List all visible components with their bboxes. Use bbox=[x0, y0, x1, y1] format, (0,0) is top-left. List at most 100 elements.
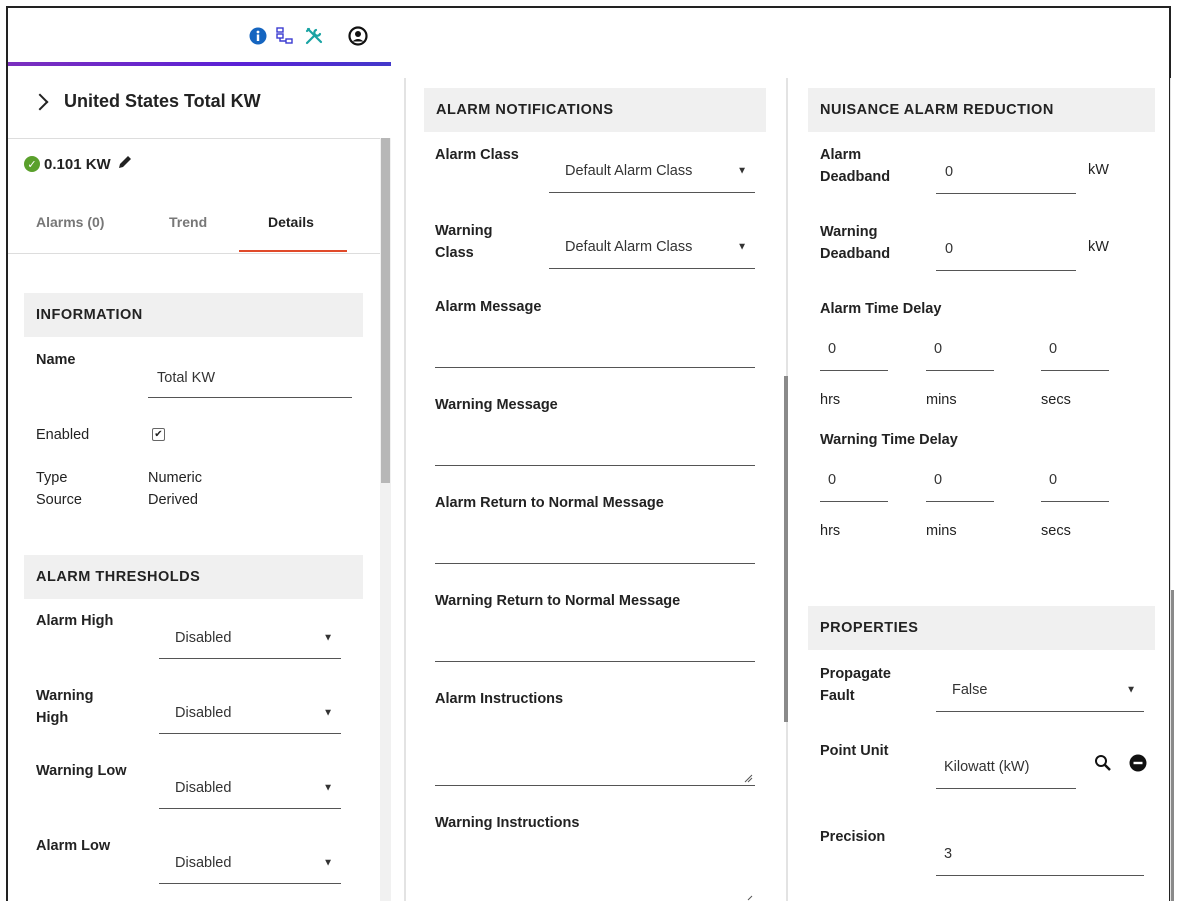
divider bbox=[8, 253, 391, 254]
search-icon[interactable] bbox=[1094, 754, 1112, 777]
chevron-right-icon[interactable] bbox=[31, 93, 49, 110]
mins-label: mins bbox=[926, 392, 957, 408]
type-label: Type bbox=[36, 470, 68, 486]
alarm-class-value: Default Alarm Class bbox=[565, 163, 693, 179]
warning-low-label: Warning Low bbox=[36, 763, 127, 779]
alarm-message-input[interactable] bbox=[435, 330, 755, 368]
section-alarm-thresholds-heading: ALARM THRESHOLDS bbox=[24, 555, 363, 599]
scrollbar-thumb[interactable] bbox=[784, 376, 788, 722]
detail-tabs: Alarms (0) Trend Details bbox=[36, 214, 356, 254]
warning-deadband-label: Warning bbox=[820, 224, 878, 240]
secs-label: secs bbox=[1041, 523, 1071, 539]
alarm-message-label: Alarm Message bbox=[435, 299, 542, 315]
propagate-fault-label: Propagate bbox=[820, 666, 891, 682]
section-nuisance-heading: NUISANCE ALARM REDUCTION bbox=[808, 88, 1155, 132]
section-information-heading: INFORMATION bbox=[24, 293, 363, 337]
precision-label: Precision bbox=[820, 829, 886, 845]
dropdown-caret-icon: ▼ bbox=[323, 632, 333, 643]
warning-class-label-2: Class bbox=[435, 245, 474, 261]
warning-class-label: Warning bbox=[435, 223, 493, 239]
warning-delay-secs-input[interactable]: 0 bbox=[1041, 459, 1109, 502]
section-properties-heading: PROPERTIES bbox=[808, 606, 1155, 650]
warning-low-value: Disabled bbox=[175, 779, 232, 796]
warning-deadband-unit: kW bbox=[1088, 239, 1109, 255]
point-value-row: ✓ 0.101 KW bbox=[24, 154, 133, 174]
dropdown-caret-icon: ▼ bbox=[737, 241, 747, 253]
alarm-rtn-message-input[interactable] bbox=[435, 526, 755, 564]
resize-handle-icon[interactable] bbox=[744, 892, 753, 901]
dropdown-caret-icon: ▼ bbox=[323, 707, 333, 718]
enabled-checkbox[interactable]: ✔ bbox=[152, 428, 165, 441]
warning-high-value: Disabled bbox=[175, 704, 232, 721]
alarm-deadband-value: 0 bbox=[945, 163, 954, 180]
alarm-delay-secs-value: 0 bbox=[1049, 341, 1058, 357]
remove-icon[interactable] bbox=[1129, 754, 1147, 777]
name-input-value: Total KW bbox=[157, 369, 216, 386]
warning-low-select[interactable]: Disabled ▼ bbox=[159, 767, 341, 809]
tab-trend[interactable]: Trend bbox=[169, 214, 207, 230]
divider bbox=[8, 138, 391, 139]
alarm-high-select[interactable]: Disabled ▼ bbox=[159, 617, 341, 659]
warning-class-select[interactable]: Default Alarm Class ▼ bbox=[549, 226, 755, 269]
warning-rtn-message-input[interactable] bbox=[435, 624, 755, 662]
point-title: United States Total KW bbox=[64, 91, 261, 111]
precision-input[interactable]: 3 bbox=[936, 832, 1144, 876]
point-value: 0.101 KW bbox=[44, 155, 111, 173]
name-input[interactable]: Total KW bbox=[148, 358, 352, 398]
propagate-fault-label-2: Fault bbox=[820, 688, 855, 704]
alarm-class-label: Alarm Class bbox=[435, 147, 519, 163]
point-unit-label: Point Unit bbox=[820, 743, 889, 759]
alarm-deadband-unit: kW bbox=[1088, 162, 1109, 178]
section-alarm-notifications-heading: ALARM NOTIFICATIONS bbox=[424, 88, 766, 132]
tools-icon[interactable] bbox=[304, 26, 324, 46]
tab-alarms[interactable]: Alarms (0) bbox=[36, 214, 104, 230]
alarm-delay-hrs-input[interactable]: 0 bbox=[820, 328, 888, 371]
resize-handle-icon[interactable] bbox=[744, 774, 753, 783]
dropdown-caret-icon: ▼ bbox=[737, 165, 747, 177]
warning-delay-secs-value: 0 bbox=[1049, 472, 1058, 488]
alarm-delay-mins-input[interactable]: 0 bbox=[926, 328, 994, 371]
source-label: Source bbox=[36, 492, 82, 508]
hierarchy-icon[interactable] bbox=[275, 26, 295, 46]
secs-label: secs bbox=[1041, 392, 1071, 408]
hrs-label: hrs bbox=[820, 392, 841, 408]
alarm-class-select[interactable]: Default Alarm Class ▼ bbox=[549, 150, 755, 193]
warning-high-label-2: High bbox=[36, 710, 69, 726]
info-icon[interactable] bbox=[248, 26, 268, 46]
warning-rtn-message-label: Warning Return to Normal Message bbox=[435, 593, 681, 609]
alarm-delay-hrs-value: 0 bbox=[828, 341, 837, 357]
warning-instructions-textarea[interactable] bbox=[435, 846, 755, 901]
warning-deadband-input[interactable]: 0 bbox=[936, 227, 1076, 271]
alarm-high-value: Disabled bbox=[175, 629, 232, 646]
warning-message-input[interactable] bbox=[435, 428, 755, 466]
warning-time-delay-label: Warning Time Delay bbox=[820, 432, 958, 448]
scrollbar-thumb[interactable] bbox=[1171, 590, 1174, 901]
alarm-instructions-textarea[interactable] bbox=[435, 720, 755, 786]
alarm-low-value: Disabled bbox=[175, 854, 232, 871]
name-label: Name bbox=[36, 352, 76, 368]
warning-instructions-label: Warning Instructions bbox=[435, 815, 580, 831]
edit-pencil-icon[interactable] bbox=[117, 154, 133, 174]
point-unit-input[interactable]: Kilowatt (kW) bbox=[936, 745, 1076, 789]
active-tab-indicator bbox=[239, 250, 347, 252]
point-unit-value: Kilowatt (kW) bbox=[944, 758, 1030, 775]
alarm-delay-secs-input[interactable]: 0 bbox=[1041, 328, 1109, 371]
tab-details[interactable]: Details bbox=[268, 214, 314, 230]
scrollbar-thumb[interactable] bbox=[381, 138, 390, 483]
alarm-rtn-message-label: Alarm Return to Normal Message bbox=[435, 495, 664, 511]
alarm-instructions-label: Alarm Instructions bbox=[435, 691, 564, 707]
warning-delay-hrs-input[interactable]: 0 bbox=[820, 459, 888, 502]
warning-delay-mins-input[interactable]: 0 bbox=[926, 459, 994, 502]
alarm-low-label: Alarm Low bbox=[36, 838, 111, 854]
propagate-fault-value: False bbox=[952, 681, 988, 698]
user-icon[interactable] bbox=[348, 26, 368, 46]
dropdown-caret-icon: ▼ bbox=[1126, 684, 1136, 695]
alarm-low-select[interactable]: Disabled ▼ bbox=[159, 842, 341, 884]
warning-delay-mins-value: 0 bbox=[934, 472, 943, 488]
propagate-fault-select[interactable]: False ▼ bbox=[936, 668, 1144, 712]
warning-high-select[interactable]: Disabled ▼ bbox=[159, 692, 341, 734]
dropdown-caret-icon: ▼ bbox=[323, 782, 333, 793]
dropdown-caret-icon: ▼ bbox=[323, 857, 333, 868]
alarm-deadband-input[interactable]: 0 bbox=[936, 150, 1076, 194]
point-title-row[interactable]: United States Total KW bbox=[31, 91, 261, 112]
